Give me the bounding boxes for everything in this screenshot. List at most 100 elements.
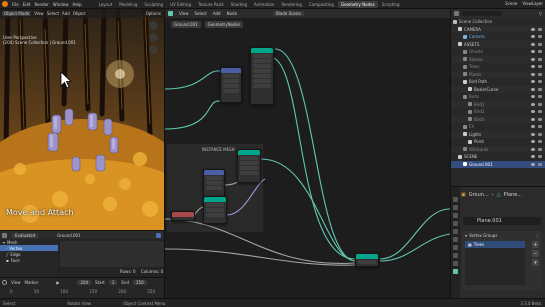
outliner-item[interactable]: BezierCurve xyxy=(451,85,545,93)
render-camera-icon[interactable] xyxy=(538,42,542,46)
outliner-item[interactable]: Stones xyxy=(451,55,545,63)
outliner-item[interactable]: Bird1 xyxy=(451,100,545,108)
visibility-eye-icon[interactable] xyxy=(531,147,535,151)
render-camera-icon[interactable] xyxy=(538,80,542,84)
outliner-item[interactable]: CAMERA xyxy=(451,25,545,33)
object-tab-icon[interactable] xyxy=(453,237,458,242)
render-tab-icon[interactable] xyxy=(453,205,458,210)
menu-render[interactable]: Render xyxy=(34,2,48,7)
viewport-menu-object[interactable]: Object xyxy=(73,11,86,16)
tab-scripting[interactable]: Scripting xyxy=(379,1,403,8)
render-camera-icon[interactable] xyxy=(538,162,542,166)
tab-compositing[interactable]: Compositing xyxy=(306,1,337,8)
node-menu-node[interactable]: Node xyxy=(227,11,237,16)
mode-selector[interactable]: Object Mode xyxy=(2,11,32,16)
pan-icon[interactable] xyxy=(149,33,158,42)
breadcrumb-modifier[interactable]: GeometryNodes xyxy=(204,21,244,28)
options-dropdown[interactable]: Options xyxy=(146,11,161,16)
tool-tab-icon[interactable] xyxy=(453,197,458,202)
render-camera-icon[interactable] xyxy=(538,147,542,151)
timeline-menu-view[interactable]: View xyxy=(11,280,21,285)
end-frame-field[interactable]: 250 xyxy=(132,279,147,285)
domain-item-face[interactable]: ▪ Face xyxy=(0,257,58,263)
node-menu-add[interactable]: Add xyxy=(213,11,221,16)
outliner-item[interactable]: Scene Collection xyxy=(451,18,545,26)
visibility-eye-icon[interactable] xyxy=(531,27,535,31)
outliner-item[interactable]: Point xyxy=(451,138,545,146)
breadcrumb-object[interactable]: Ground.001 xyxy=(171,21,201,28)
view-layer-selector[interactable]: ViewLayer xyxy=(522,1,543,6)
outliner-item[interactable]: Bird3 xyxy=(451,115,545,123)
spreadsheet-table[interactable] xyxy=(60,241,164,267)
vertex-groups-header[interactable]: ▾ Vertex Groups ⋮ xyxy=(462,231,542,239)
visibility-eye-icon[interactable] xyxy=(531,35,535,39)
node-vector-a[interactable] xyxy=(203,169,225,197)
mesh-name-field[interactable]: Plane.001 xyxy=(463,217,541,225)
node-tree-selector[interactable]: Blade Scene xyxy=(273,11,304,16)
tab-texture-paint[interactable]: Texture Paint xyxy=(195,1,227,8)
node-editor[interactable]: View Select Add Node Blade Scene Ground.… xyxy=(165,9,450,298)
drag-handle-icon[interactable]: ⋮ xyxy=(535,233,539,238)
list-item[interactable]: ▦ Trees xyxy=(465,241,525,248)
render-camera-icon[interactable] xyxy=(538,155,542,159)
render-camera-icon[interactable] xyxy=(538,125,542,129)
outliner-item[interactable]: Wildcards xyxy=(451,145,545,153)
scene-tab-icon[interactable] xyxy=(453,221,458,226)
render-camera-icon[interactable] xyxy=(538,50,542,54)
node-join-geometry[interactable] xyxy=(355,253,379,267)
render-camera-icon[interactable] xyxy=(538,87,542,91)
outliner-item[interactable]: Bird2 xyxy=(451,108,545,116)
visibility-eye-icon[interactable] xyxy=(531,72,535,76)
outliner-item[interactable]: Birds xyxy=(451,93,545,101)
render-camera-icon[interactable] xyxy=(538,140,542,144)
particles-tab-icon[interactable] xyxy=(453,253,458,258)
outliner-item[interactable]: Ghosts xyxy=(451,48,545,56)
node-geometry-a[interactable] xyxy=(250,47,274,105)
render-camera-icon[interactable] xyxy=(538,117,542,121)
visibility-eye-icon[interactable] xyxy=(531,50,535,54)
scene-selector[interactable]: Scene xyxy=(505,1,517,6)
visibility-eye-icon[interactable] xyxy=(531,117,535,121)
outliner-item[interactable]: ASSETS xyxy=(451,40,545,48)
outliner-search-input[interactable] xyxy=(462,11,502,16)
node-input-b[interactable] xyxy=(171,211,195,221)
evaluation-mode-dropdown[interactable]: Evaluated xyxy=(12,232,39,238)
menu-file[interactable]: File xyxy=(12,2,19,7)
outliner-item[interactable]: Plants xyxy=(451,70,545,78)
camera-view-icon[interactable] xyxy=(149,45,158,54)
current-frame-field[interactable]: 204 xyxy=(77,279,92,285)
tab-uv-editing[interactable]: UV Editing xyxy=(167,1,194,8)
render-camera-icon[interactable] xyxy=(538,65,542,69)
visibility-eye-icon[interactable] xyxy=(531,125,535,129)
clock-icon[interactable] xyxy=(2,279,7,285)
outliner-item[interactable]: FX xyxy=(451,123,545,131)
viewport-menu-select[interactable]: Select xyxy=(47,11,59,16)
outliner-type-icon[interactable] xyxy=(454,11,459,16)
outliner-item[interactable]: SCENE xyxy=(451,153,545,161)
tab-geometry-nodes[interactable]: Geometry Nodes xyxy=(337,0,378,8)
render-camera-icon[interactable] xyxy=(538,95,542,99)
visibility-eye-icon[interactable] xyxy=(531,132,535,136)
outliner-item[interactable]: Camera xyxy=(451,33,545,41)
visibility-eye-icon[interactable] xyxy=(531,87,535,91)
visibility-eye-icon[interactable] xyxy=(531,42,535,46)
filter-icon[interactable] xyxy=(156,232,161,238)
remove-vertex-group-button[interactable]: − xyxy=(532,250,539,257)
outliner-item[interactable]: Ground.001 xyxy=(451,160,545,168)
render-camera-icon[interactable] xyxy=(538,102,542,106)
visibility-eye-icon[interactable] xyxy=(531,162,535,166)
timeline-ruler[interactable]: 0 50 100 150 200 250 xyxy=(0,289,165,297)
render-camera-icon[interactable] xyxy=(538,57,542,61)
zoom-icon[interactable] xyxy=(149,21,158,30)
render-camera-icon[interactable] xyxy=(538,27,542,31)
tab-shading[interactable]: Shading xyxy=(228,1,250,8)
node-editor-type-icon[interactable] xyxy=(168,11,173,16)
blender-logo-icon[interactable] xyxy=(2,1,8,7)
filter-icon[interactable]: ▽ xyxy=(539,11,542,16)
visibility-eye-icon[interactable] xyxy=(531,102,535,106)
add-vertex-group-button[interactable]: + xyxy=(532,241,539,248)
node-input-a[interactable] xyxy=(220,67,242,103)
outliner-item[interactable]: Bird Path xyxy=(451,78,545,86)
render-camera-icon[interactable] xyxy=(538,132,542,136)
tab-layout[interactable]: Layout xyxy=(96,1,116,8)
